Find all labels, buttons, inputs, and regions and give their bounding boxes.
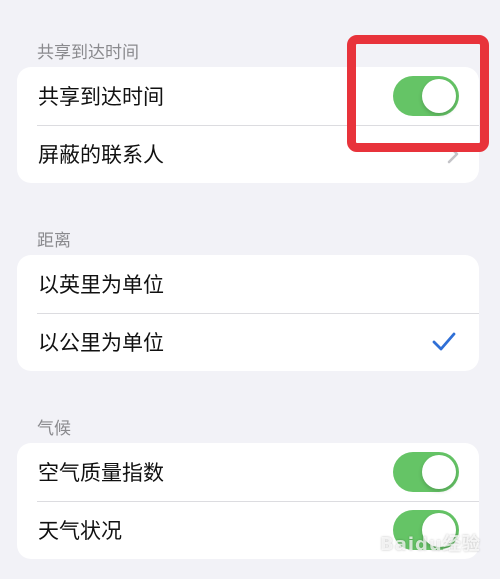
toggle-knob	[422, 455, 456, 489]
toggle-knob	[422, 513, 456, 547]
row-label-blocked-contacts: 屏蔽的联系人	[38, 143, 164, 167]
row-miles[interactable]: 以英里为单位	[17, 255, 479, 313]
row-share-eta[interactable]: 共享到达时间	[17, 67, 479, 125]
section-header-climate: 气候	[37, 419, 71, 439]
group-share-eta: 共享到达时间 屏蔽的联系人	[17, 67, 479, 183]
chevron-right-icon	[447, 144, 459, 164]
toggle-knob	[422, 79, 456, 113]
section-header-distance: 距离	[37, 231, 71, 251]
section-header-share-eta: 共享到达时间	[37, 43, 139, 63]
settings-page: 共享到达时间 共享到达时间 屏蔽的联系人 距离 以英里为单位 以公里为单位 气候	[0, 0, 500, 579]
checkmark-icon	[432, 332, 456, 351]
weather-toggle[interactable]	[393, 510, 459, 550]
air-quality-toggle[interactable]	[393, 452, 459, 492]
row-label-share-eta: 共享到达时间	[38, 85, 164, 109]
row-weather[interactable]: 天气状况	[17, 501, 479, 559]
group-climate: 空气质量指数 天气状况	[17, 443, 479, 559]
row-air-quality[interactable]: 空气质量指数	[17, 443, 479, 501]
row-blocked-contacts[interactable]: 屏蔽的联系人	[17, 125, 479, 183]
row-label-air-quality: 空气质量指数	[38, 461, 164, 485]
group-distance: 以英里为单位 以公里为单位	[17, 255, 479, 371]
share-eta-toggle[interactable]	[393, 76, 459, 116]
row-label-weather: 天气状况	[38, 519, 122, 543]
row-kilometers[interactable]: 以公里为单位	[17, 313, 479, 371]
row-label-miles: 以英里为单位	[38, 273, 164, 297]
row-label-kilometers: 以公里为单位	[38, 331, 164, 355]
